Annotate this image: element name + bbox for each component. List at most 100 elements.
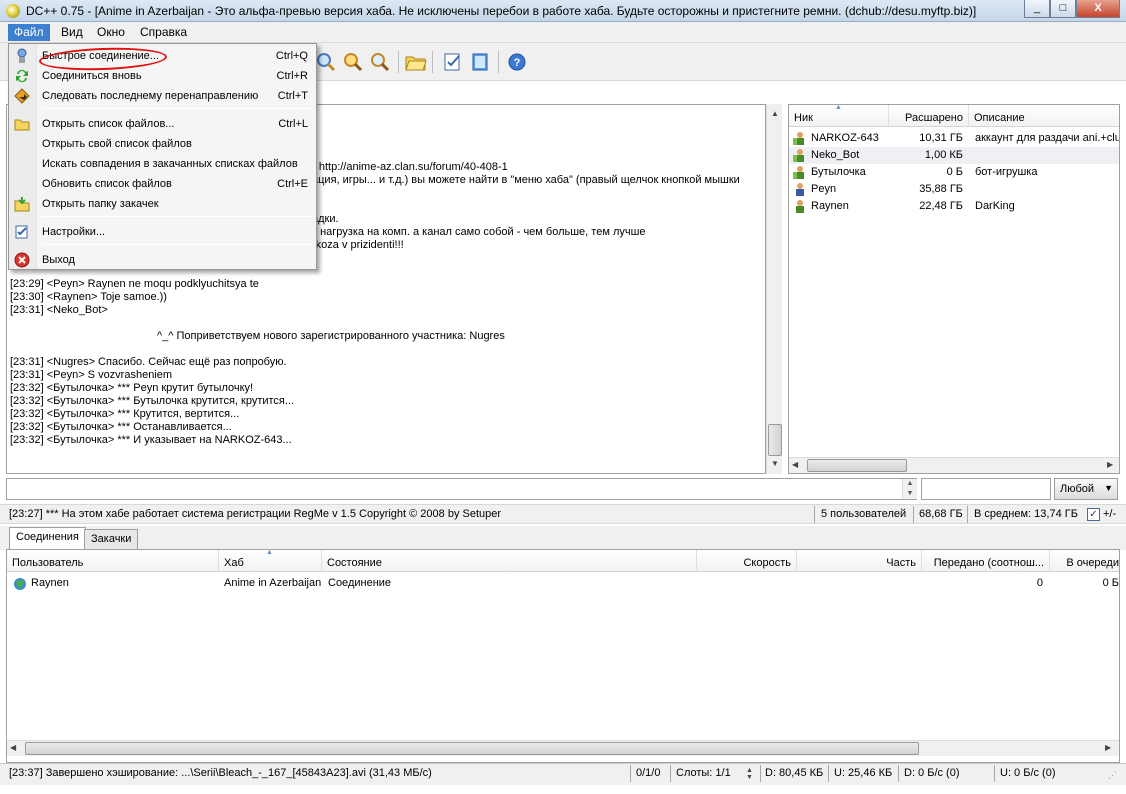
user-list[interactable]: Ник ▲ Расшарено Описание NARKOZ-643 10,31… bbox=[788, 104, 1120, 474]
scroll-down-arrow-icon[interactable]: ▼ bbox=[767, 456, 783, 472]
menu-file[interactable]: Файл bbox=[8, 24, 50, 41]
chat-scrollbar[interactable]: ▲ ▼ bbox=[766, 104, 782, 474]
transfer-list-hscrollbar[interactable]: ◀ ▶ bbox=[7, 740, 1119, 756]
hub-average-share: В среднем: 13,74 ГБ bbox=[974, 508, 1078, 520]
status-separator bbox=[898, 765, 899, 782]
resize-grip-icon[interactable]: ⋰ bbox=[1108, 770, 1120, 782]
userlist-toggle-checkbox[interactable]: ✓ bbox=[1087, 508, 1100, 521]
menu-item-label: Открыть список файлов... bbox=[42, 118, 175, 130]
menu-help[interactable]: Справка bbox=[134, 24, 193, 41]
user-nick: Peyn bbox=[811, 183, 837, 195]
status-separator bbox=[630, 765, 631, 782]
help-icon[interactable]: ? bbox=[506, 51, 528, 73]
main-status-bar: [23:37] Завершено хэширование: ...\Serii… bbox=[0, 763, 1126, 785]
user-description: DarKing bbox=[975, 200, 1015, 212]
folder-download-icon bbox=[14, 197, 30, 212]
column-header-speed[interactable]: Скорость bbox=[697, 550, 797, 572]
scroll-thumb[interactable] bbox=[807, 459, 907, 472]
title-bar: DC++ 0.75 - [Anime in Azerbaijan - Это а… bbox=[0, 0, 1126, 22]
scroll-left-arrow-icon[interactable]: ◀ bbox=[792, 460, 798, 469]
menu-item-exit[interactable]: Выход bbox=[9, 251, 316, 269]
user-shared: 22,48 ГБ bbox=[919, 200, 963, 212]
menu-item-open-file-list[interactable]: Открыть список файлов... Ctrl+L bbox=[9, 115, 316, 133]
menu-window[interactable]: Окно bbox=[91, 24, 131, 41]
menu-view[interactable]: Вид bbox=[55, 24, 89, 41]
menu-separator bbox=[42, 216, 312, 217]
column-header-transferred[interactable]: Передано (соотнош... bbox=[922, 550, 1050, 572]
menu-item-label: Выход bbox=[42, 254, 75, 266]
transfer-transferred: 0 bbox=[1036, 577, 1043, 589]
user-nick: Neko_Bot bbox=[811, 149, 860, 161]
user-shared: 35,88 ГБ bbox=[919, 183, 963, 195]
column-header-part[interactable]: Часть bbox=[797, 550, 922, 572]
transfer-queued: 0 Б bbox=[1102, 577, 1119, 589]
message-spin-icon[interactable]: ▲ ▼ bbox=[902, 479, 917, 499]
user-row[interactable]: Raynen 22,48 ГБ DarKing bbox=[789, 198, 1119, 215]
user-row[interactable]: Neko_Bot 1,00 КБ bbox=[789, 147, 1119, 164]
minimize-button[interactable]: _ bbox=[1024, 0, 1050, 18]
menu-item-match-lists[interactable]: Искать совпадения в закачанных списках ф… bbox=[9, 155, 316, 173]
menu-item-shortcut: Ctrl+E bbox=[277, 178, 308, 190]
network-icon bbox=[17, 48, 27, 63]
scroll-left-arrow-icon[interactable]: ◀ bbox=[10, 743, 16, 752]
slots-spin-icon[interactable]: ▲ ▼ bbox=[742, 767, 757, 782]
user-row[interactable]: Бутылочка 0 Б бот-игрушка bbox=[789, 164, 1119, 181]
user-row[interactable]: Peyn 35,88 ГБ bbox=[789, 181, 1119, 198]
menu-item-refresh-list[interactable]: Обновить список файлов Ctrl+E bbox=[9, 175, 316, 193]
column-header-shared[interactable]: Расшарено bbox=[889, 105, 969, 127]
status-separator bbox=[814, 506, 815, 523]
column-header-nick[interactable]: Ник ▲ bbox=[789, 105, 889, 127]
status-separator bbox=[670, 765, 671, 782]
scroll-right-arrow-icon[interactable]: ▶ bbox=[1105, 743, 1111, 752]
toolbar-separator bbox=[432, 51, 433, 73]
column-header-hub[interactable]: Хаб ▲ bbox=[219, 550, 322, 572]
menu-item-follow-redirect[interactable]: Следовать последнему перенаправлению Ctr… bbox=[9, 87, 316, 105]
exit-icon bbox=[14, 252, 30, 268]
transfer-list[interactable]: Пользователь Хаб ▲ Состояние Скорость Час… bbox=[6, 549, 1120, 763]
chat-line: [23:31] <Nugres> Спасибо. Сейчас ещё раз… bbox=[10, 356, 287, 368]
sort-arrow-icon: ▲ bbox=[266, 549, 273, 556]
transfer-row[interactable]: Raynen Anime in Azerbaijan Соединение 0 … bbox=[7, 575, 1119, 592]
column-header-status[interactable]: Состояние bbox=[322, 550, 697, 572]
user-op-icon bbox=[793, 132, 804, 145]
menu-item-reconnect[interactable]: Соединиться вновь Ctrl+R bbox=[9, 67, 316, 85]
toolbar-separator bbox=[498, 51, 499, 73]
column-header-description[interactable]: Описание bbox=[969, 105, 1119, 127]
menu-item-settings[interactable]: Настройки... bbox=[9, 223, 316, 241]
scroll-right-arrow-icon[interactable]: ▶ bbox=[1107, 460, 1113, 469]
tab-downloads[interactable]: Закачки bbox=[84, 529, 139, 549]
column-header-user[interactable]: Пользователь bbox=[7, 550, 219, 572]
status-separator bbox=[913, 506, 914, 523]
scroll-thumb[interactable] bbox=[768, 424, 782, 456]
hub-status-bar: [23:27] *** На этом хабе работает систем… bbox=[0, 504, 1126, 524]
open-downloads-folder-icon[interactable] bbox=[405, 51, 427, 73]
chat-line: [23:32] <Бутылочка> *** Останавливается.… bbox=[10, 421, 232, 433]
svg-text:?: ? bbox=[514, 57, 521, 69]
search-icon[interactable] bbox=[315, 51, 337, 73]
adl-search-icon[interactable] bbox=[369, 51, 391, 73]
tab-connections[interactable]: Соединения bbox=[9, 527, 86, 550]
column-header-queued[interactable]: В очереди bbox=[1050, 550, 1119, 572]
filter-input[interactable] bbox=[921, 478, 1051, 500]
menu-item-label: Открыть папку закачек bbox=[42, 198, 159, 210]
scroll-up-arrow-icon[interactable]: ▲ bbox=[767, 106, 783, 122]
settings-icon[interactable] bbox=[442, 51, 464, 73]
user-list-hscrollbar[interactable]: ◀ ▶ bbox=[789, 457, 1119, 473]
connection-globe-icon bbox=[14, 578, 26, 590]
menu-item-open-downloads-folder[interactable]: Открыть папку закачек bbox=[9, 195, 316, 213]
close-button[interactable]: X bbox=[1076, 0, 1120, 18]
message-input[interactable]: ▲ ▼ bbox=[6, 478, 917, 500]
user-op-icon bbox=[793, 166, 804, 179]
notepad-icon[interactable] bbox=[469, 51, 491, 73]
search-spy-icon[interactable] bbox=[342, 51, 364, 73]
scroll-thumb[interactable] bbox=[25, 742, 919, 755]
filter-column-select[interactable]: Любой ▼ bbox=[1054, 478, 1118, 500]
menu-separator bbox=[42, 108, 312, 109]
toolbar-separator bbox=[398, 51, 399, 73]
user-description: бот-игрушка bbox=[975, 166, 1038, 178]
user-row[interactable]: NARKOZ-643 10,31 ГБ аккаунт для раздачи … bbox=[789, 130, 1119, 147]
maximize-button[interactable]: □ bbox=[1050, 0, 1076, 18]
window-title: DC++ 0.75 - [Anime in Azerbaijan - Это а… bbox=[26, 4, 977, 18]
menu-item-open-own-list[interactable]: Открыть свой список файлов bbox=[9, 135, 316, 153]
file-menu-dropdown: Быстрое соединение... Ctrl+Q Соединиться… bbox=[8, 43, 317, 270]
